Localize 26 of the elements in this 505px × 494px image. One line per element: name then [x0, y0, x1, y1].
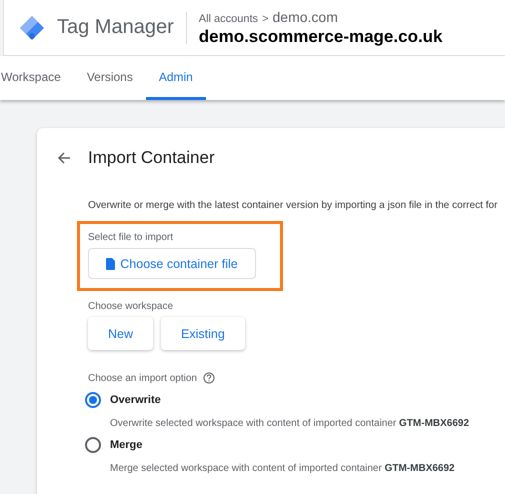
- product-name: Tag Manager: [57, 16, 174, 39]
- container-name[interactable]: demo.scommerce-mage.co.uk: [198, 26, 443, 46]
- workspace-button[interactable]: New: [88, 317, 154, 350]
- breadcrumb-separator: >: [262, 12, 268, 24]
- option-label: Merge: [110, 439, 142, 451]
- description-text: Overwrite or merge with the latest container version by importing a json file in the correct for: [88, 200, 499, 211]
- field-label: Choose an import option: [88, 372, 197, 384]
- page-title: Import Container: [88, 148, 215, 168]
- option-description: Overwrite selected workspace with content of imported container GTM-MBX6692: [110, 418, 470, 429]
- option-label: Overwrite: [110, 394, 161, 406]
- nav-tab[interactable]: Workspace: [0, 56, 74, 100]
- account-name: demo.com: [272, 8, 338, 24]
- nav-tab[interactable]: Admin: [146, 56, 206, 100]
- radio-button[interactable]: [85, 437, 101, 453]
- nav-tab[interactable]: Versions: [74, 56, 146, 100]
- field-label: Select file to import: [88, 232, 174, 243]
- choose-file-button[interactable]: Choose container file: [88, 248, 256, 279]
- breadcrumb-link[interactable]: All accounts: [198, 12, 258, 24]
- workspace-button[interactable]: Existing: [161, 317, 245, 350]
- tag-manager-logo: [19, 14, 45, 40]
- back-arrow-icon[interactable]: [57, 151, 71, 165]
- option-description: Merge selected workspace with content of imported container GTM-MBX6692: [110, 463, 456, 474]
- radio-button[interactable]: [85, 392, 101, 408]
- help-icon[interactable]: [202, 372, 215, 384]
- file-icon: [106, 258, 116, 270]
- field-label: Choose workspace: [88, 301, 174, 312]
